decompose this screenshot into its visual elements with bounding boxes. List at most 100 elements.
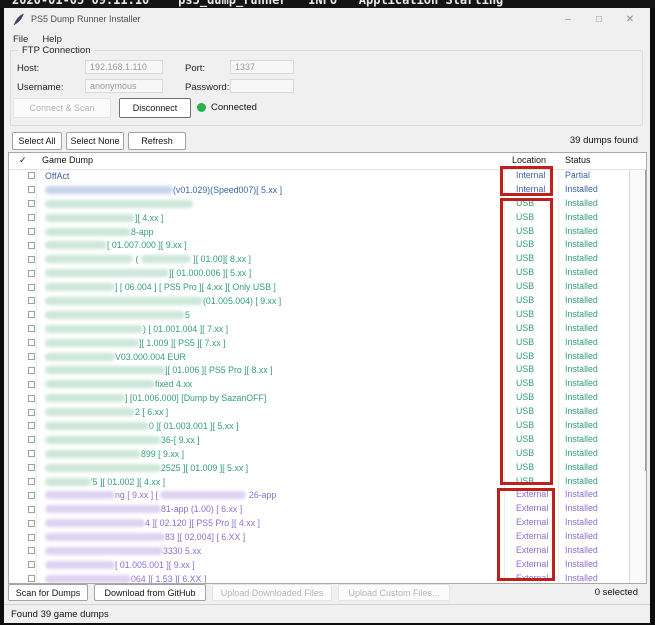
table-row[interactable]: (v01.029)(Speed007)[ 5.xx ] Internal Ins… [9, 183, 629, 197]
table-row[interactable]: ][ 4.xx ] USB Installed [9, 211, 629, 225]
row-checkbox[interactable] [28, 450, 35, 457]
row-checkbox[interactable] [28, 200, 35, 207]
table-row[interactable]: '5 ][ 01.002 ][ 4.xx ] USB Installed [9, 475, 629, 489]
row-checkbox[interactable] [28, 409, 35, 416]
table-row[interactable]: 5 USB Installed [9, 308, 629, 322]
table-row[interactable]: ][ 01.006 ][ PS5 Pro ][ 8.xx ] USB Insta… [9, 363, 629, 377]
refresh-button[interactable]: Refresh [128, 132, 186, 150]
username-input[interactable] [85, 79, 163, 93]
row-checkbox[interactable] [28, 575, 35, 582]
row-checkbox[interactable] [28, 534, 35, 541]
status-cell: Installed [565, 531, 598, 541]
table-row[interactable]: V03.000.004 EUR USB Installed [9, 350, 629, 364]
connect-scan-button[interactable]: Connect & Scan [13, 98, 111, 118]
header-check-icon[interactable]: ✓ [19, 155, 27, 166]
scan-for-dumps-button[interactable]: Scan for Dumps [8, 584, 88, 601]
row-checkbox[interactable] [28, 284, 35, 291]
row-checkbox[interactable] [28, 422, 35, 429]
table-row[interactable]: (01.005.004) [ 9.xx ] USB Installed [9, 294, 629, 308]
game-dump-text: 36-[ 9.xx ] [161, 435, 200, 445]
table-row[interactable]: ) [ 01.001.004 ][ 7.xx ] USB Installed [9, 322, 629, 336]
table-row[interactable]: 0 ][ 01.003.001 ][ 5.xx ] USB Installed [9, 419, 629, 433]
game-dump-name: 8-app [45, 227, 154, 237]
row-checkbox[interactable] [28, 311, 35, 318]
table-row[interactable]: 064 ][ 1.53 ][ 6.XX ] External Installed [9, 572, 629, 583]
password-input[interactable] [230, 79, 294, 93]
row-checkbox[interactable] [28, 353, 35, 360]
upload-downloaded-files-button[interactable]: Upload Downloaded Files [212, 584, 332, 601]
row-checkbox[interactable] [28, 381, 35, 388]
row-checkbox[interactable] [28, 339, 35, 346]
close-icon[interactable]: ✕ [620, 9, 640, 29]
table-row[interactable]: ng [ 9.xx ] [ 26-app External Installed [9, 488, 629, 502]
scrollbar-thumb[interactable] [645, 163, 647, 471]
row-checkbox[interactable] [28, 214, 35, 221]
table-row[interactable]: 899 [ 9.xx ] USB Installed [9, 447, 629, 461]
row-checkbox[interactable] [28, 256, 35, 263]
table-row[interactable]: 2525 ][ 01.009 ][ 5.xx ] USB Installed [9, 461, 629, 475]
table-row[interactable]: 83 ][ 02.004] [ 6.XX ] External Installe… [9, 530, 629, 544]
row-checkbox[interactable] [28, 506, 35, 513]
select-all-button[interactable]: Select All [12, 132, 62, 150]
row-checkbox[interactable] [28, 395, 35, 402]
game-dump-text: 4 ][ 02.120 ][ PS5 Pro ][ 4.xx ] [145, 518, 260, 528]
table-row[interactable]: ] [01.006.000] [Dump by SazanOFF] USB In… [9, 391, 629, 405]
redacted-name-blur [45, 422, 149, 430]
table-row[interactable]: 81-app (1.00) [ 6.xx ] External Installe… [9, 502, 629, 516]
menu-file[interactable]: File [13, 34, 28, 45]
table-row[interactable]: 36-[ 9.xx ] USB Installed [9, 433, 629, 447]
row-checkbox[interactable] [28, 436, 35, 443]
header-status[interactable]: Status [565, 155, 591, 165]
row-checkbox[interactable] [28, 520, 35, 527]
table-row[interactable]: ] [ 06.004 ] [ PS5 Pro ][ 4.xx ][ Only U… [9, 280, 629, 294]
row-checkbox[interactable] [28, 242, 35, 249]
row-checkbox[interactable] [28, 464, 35, 471]
table-row[interactable]: ][ 01.000.006 ][ 5.xx ] USB Installed [9, 266, 629, 280]
location-cell: External [516, 489, 548, 499]
status-bar: Found 39 game dumps [4, 604, 650, 623]
row-checkbox[interactable] [28, 561, 35, 568]
location-cell: USB [516, 364, 534, 374]
table-row[interactable]: [ 01.007.000 ][ 9.xx ] USB Installed [9, 238, 629, 252]
menu-help[interactable]: Help [42, 34, 62, 45]
redacted-name-blur [45, 380, 155, 388]
table-row[interactable]: OffAct Internal Partial [9, 169, 629, 183]
location-cell: USB [516, 239, 534, 249]
download-from-github-button[interactable]: Download from GitHub [94, 584, 206, 601]
table-row[interactable]: 4 ][ 02.120 ][ PS5 Pro ][ 4.xx ] Externa… [9, 516, 629, 530]
select-none-button[interactable]: Select None [66, 132, 124, 150]
table-row[interactable]: [ 01.005.001 ][ 9.xx ] External Installe… [9, 558, 629, 572]
table-row[interactable]: ( ][ 01.00][ 8.xx ] USB Installed [9, 252, 629, 266]
redacted-name-blur [45, 519, 145, 527]
row-checkbox[interactable] [28, 228, 35, 235]
row-checkbox[interactable] [28, 172, 35, 179]
table-row[interactable]: USB Installed [9, 197, 629, 211]
maximize-icon[interactable]: □ [589, 9, 609, 29]
table-row[interactable]: ][ 1.009 ][ PS5 ][ 7.xx ] USB Installed [9, 336, 629, 350]
row-checkbox[interactable] [28, 367, 35, 374]
table-row[interactable]: 8-app USB Installed [9, 225, 629, 239]
table-row[interactable]: 3330 5.xx External Installed [9, 544, 629, 558]
game-dump-text: ng [ 9.xx ] [ [115, 490, 160, 500]
redacted-name-blur [141, 255, 191, 263]
disconnect-button[interactable]: Disconnect [119, 98, 191, 118]
minimize-icon[interactable]: – [558, 9, 578, 29]
table-row[interactable]: 2 [ 6.xx ] USB Installed [9, 405, 629, 419]
row-checkbox[interactable] [28, 547, 35, 554]
host-input[interactable] [85, 60, 163, 74]
row-checkbox[interactable] [28, 297, 35, 304]
row-checkbox[interactable] [28, 478, 35, 485]
row-checkbox[interactable] [28, 325, 35, 332]
row-checkbox[interactable] [28, 270, 35, 277]
game-dump-name: [ 01.005.001 ][ 9.xx ] [45, 560, 195, 570]
port-input[interactable] [230, 60, 294, 74]
redacted-name-blur [45, 228, 131, 236]
table-row[interactable]: fixed 4.xx USB Installed [9, 377, 629, 391]
status-cell: Installed [565, 434, 598, 444]
header-location[interactable]: Location [512, 155, 546, 165]
game-dump-text: 8-app [131, 227, 154, 237]
upload-custom-files-button[interactable]: Upload Custom Files... [338, 584, 450, 601]
header-game-dump[interactable]: Game Dump [42, 155, 93, 165]
row-checkbox[interactable] [28, 186, 35, 193]
row-checkbox[interactable] [28, 492, 35, 499]
